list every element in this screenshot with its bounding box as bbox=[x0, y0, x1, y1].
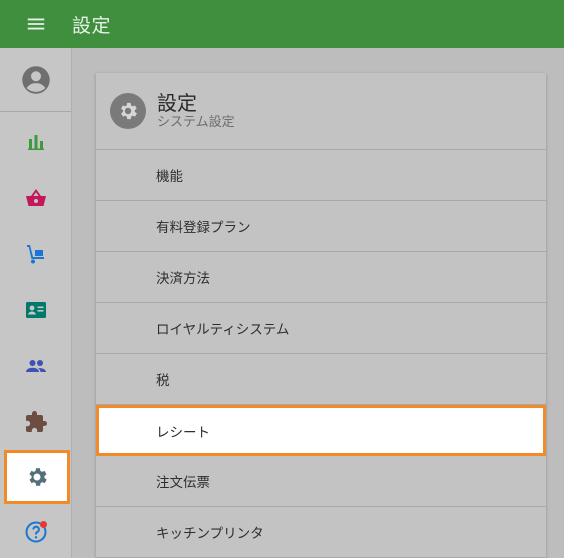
settings-header-icon bbox=[110, 93, 146, 129]
hand-truck-icon bbox=[27, 245, 44, 264]
sidebar-item-customers[interactable] bbox=[0, 282, 72, 338]
settings-item-order-slip[interactable]: 注文伝票 bbox=[96, 456, 546, 507]
settings-item-features[interactable]: 機能 bbox=[96, 150, 546, 201]
sidebar-item-help[interactable] bbox=[0, 504, 72, 558]
settings-card: 設定 システム設定 機能 有料登録プラン 決済方法 ロイヤルティシステム 税 レ… bbox=[96, 73, 546, 558]
settings-item-receipt[interactable]: レシート bbox=[96, 405, 546, 456]
sidebar-item-inventory[interactable] bbox=[0, 226, 72, 282]
id-card-icon bbox=[26, 302, 46, 318]
settings-item-tax[interactable]: 税 bbox=[96, 354, 546, 405]
bar-chart-icon bbox=[28, 135, 44, 150]
card-subtitle: システム設定 bbox=[157, 115, 235, 130]
page-title: 設定 bbox=[72, 14, 112, 37]
avatar[interactable] bbox=[0, 48, 71, 112]
sidebar-item-analytics[interactable] bbox=[0, 114, 72, 170]
card-title: 設定 bbox=[157, 91, 197, 115]
people-icon bbox=[26, 360, 46, 372]
app-bar: 設定 bbox=[0, 0, 564, 48]
basket-icon bbox=[26, 189, 46, 206]
menu-button[interactable] bbox=[0, 0, 72, 48]
settings-item-loyalty-system[interactable]: ロイヤルティシステム bbox=[96, 303, 546, 354]
settings-item-payment-methods[interactable]: 決済方法 bbox=[96, 252, 546, 303]
account-circle-icon bbox=[21, 65, 50, 94]
sidebar-item-sales[interactable] bbox=[0, 170, 72, 226]
sidebar-item-staff[interactable] bbox=[0, 338, 72, 394]
sidebar bbox=[0, 48, 72, 558]
sidebar-item-settings[interactable] bbox=[4, 450, 70, 504]
help-circle-icon bbox=[25, 521, 47, 543]
gear-icon bbox=[29, 468, 47, 486]
settings-item-kitchen-printer[interactable]: キッチンプリンタ bbox=[96, 507, 546, 558]
sidebar-item-extensions[interactable] bbox=[0, 394, 72, 450]
menu-icon bbox=[27, 18, 45, 30]
notification-badge bbox=[40, 521, 47, 528]
gear-icon bbox=[121, 102, 137, 120]
card-header: 設定 システム設定 bbox=[96, 73, 546, 150]
settings-item-subscription-plan[interactable]: 有料登録プラン bbox=[96, 201, 546, 252]
puzzle-icon bbox=[26, 411, 47, 432]
